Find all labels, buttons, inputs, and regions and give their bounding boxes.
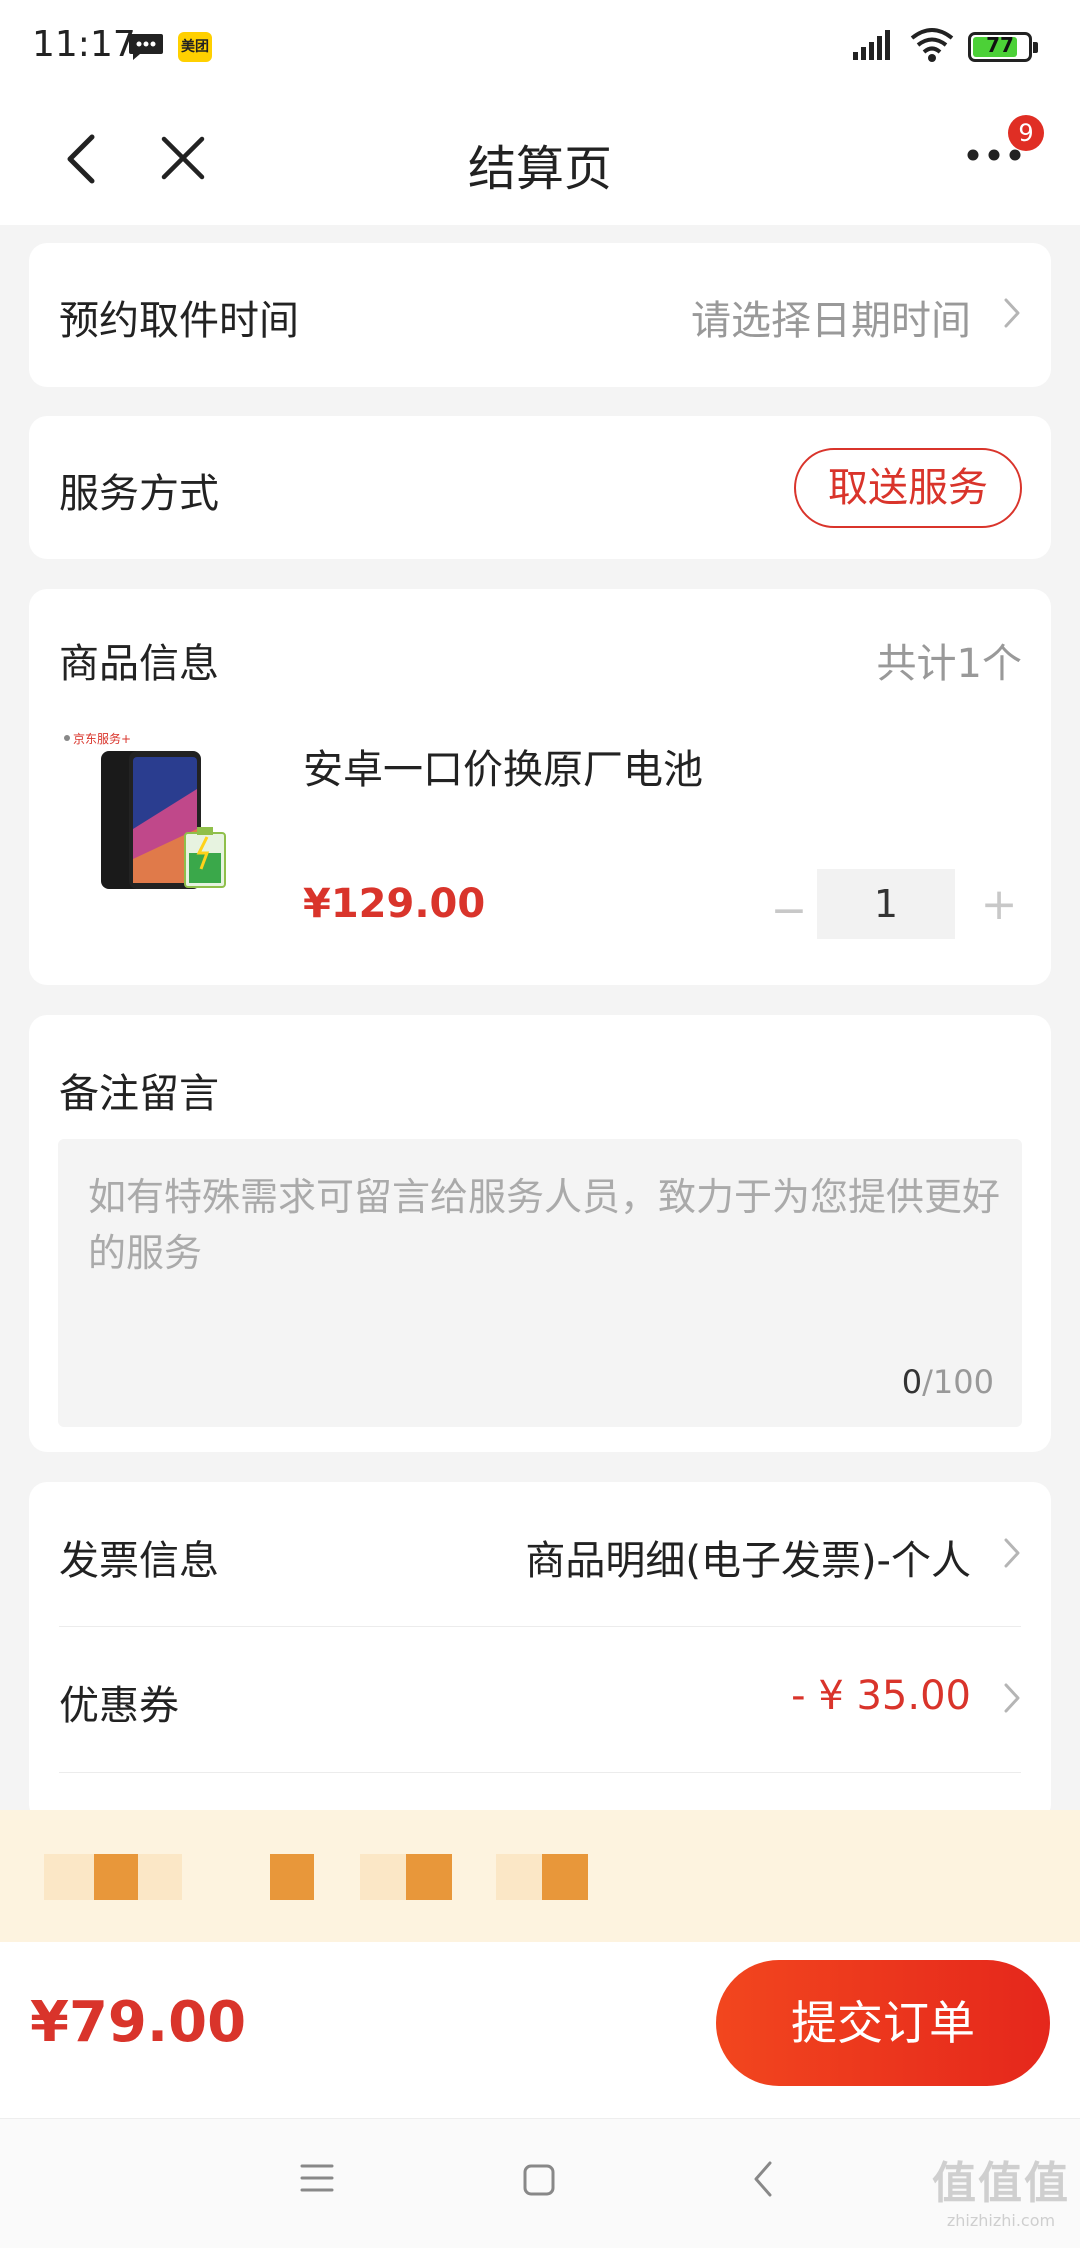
battery-level: 77 [986, 33, 1014, 57]
promo-pixel-block [138, 1854, 182, 1900]
quantity-increase-button[interactable]: + [969, 875, 1029, 935]
title-bar: 结算页 9 [0, 95, 1080, 225]
invoice-label: 发票信息 [59, 1538, 219, 1584]
home-icon[interactable] [522, 2163, 556, 2201]
promo-pixel-block [44, 1854, 94, 1900]
pickup-time-placeholder: 请选择日期时间 [691, 298, 971, 344]
promo-pixel-block [542, 1854, 588, 1900]
more-icon[interactable] [966, 147, 1022, 166]
watermark-url: zhizhizhi.com [946, 2211, 1056, 2230]
order-options-card: 发票信息 商品明细(电子发票)-个人 优惠券 - ¥ 35.00 [29, 1482, 1051, 1822]
signal-icon [853, 30, 897, 66]
system-nav-bar: 值值值 zhizhizhi.com [0, 2118, 1080, 2248]
invoice-value: 商品明细(电子发票)-个人 [525, 1538, 971, 1584]
divider [59, 1772, 1021, 1773]
product-image[interactable]: 京东服务+ [59, 729, 259, 899]
checkout-bar: ¥79.00 提交订单 [0, 1942, 1080, 2118]
note-char-count: 0/100 [901, 1363, 994, 1401]
status-time: 11:17 [32, 24, 136, 65]
note-placeholder: 如有特殊需求可留言给服务人员，致力于为您提供更好的服务 [88, 1175, 1001, 1275]
promo-pixel-block [496, 1854, 542, 1900]
page-title: 结算页 [467, 141, 612, 197]
watermark-logo: 值值值 [932, 2158, 1070, 2209]
promo-pixel-block [94, 1854, 138, 1900]
pickup-time-label: 预约取件时间 [59, 298, 299, 344]
chevron-right-icon [1003, 297, 1021, 333]
product-total-count: 共计1个 [876, 641, 1022, 687]
pickup-time-row[interactable]: 预约取件时间 请选择日期时间 [29, 243, 1051, 387]
service-mode-label: 服务方式 [59, 471, 219, 517]
service-mode-row: 服务方式 取送服务 [29, 416, 1051, 559]
promo-pixel-block [360, 1854, 406, 1900]
coupon-label: 优惠券 [59, 1683, 179, 1729]
chevron-right-icon [1003, 1537, 1021, 1573]
product-price: ¥129.00 [303, 881, 486, 927]
coupon-row[interactable]: 优惠券 - ¥ 35.00 [29, 1627, 1051, 1771]
pickup-delivery-service-button[interactable]: 取送服务 [794, 448, 1022, 528]
message-icon [128, 32, 164, 66]
submit-order-button[interactable]: 提交订单 [716, 1960, 1050, 2086]
notification-badge: 9 [1008, 115, 1044, 151]
promo-pixel-block [270, 1854, 314, 1900]
promo-pixel-block [406, 1854, 452, 1900]
product-info-card: 商品信息 共计1个 京东服务+ 安卓一口价换原厂电池 ¥129.00 − 1 + [29, 589, 1051, 985]
watermark: 值值值 zhizhizhi.com [932, 2147, 1070, 2230]
meituan-app-icon: 美团 [178, 32, 212, 62]
chevron-right-icon [1003, 1682, 1021, 1718]
note-card: 备注留言 如有特殊需求可留言给服务人员，致力于为您提供更好的服务 0/100 [29, 1015, 1051, 1452]
menu-icon[interactable] [300, 2163, 334, 2197]
note-textarea[interactable]: 如有特殊需求可留言给服务人员，致力于为您提供更好的服务 0/100 [58, 1139, 1022, 1427]
product-image-brand: 京东服务+ [73, 731, 131, 746]
quantity-input[interactable]: 1 [817, 869, 955, 939]
invoice-row[interactable]: 发票信息 商品明细(电子发票)-个人 [29, 1482, 1051, 1626]
note-label: 备注留言 [59, 1071, 219, 1117]
coupon-value: - ¥ 35.00 [791, 1673, 971, 1719]
wifi-icon [910, 26, 954, 68]
back-icon[interactable] [752, 2159, 774, 2203]
status-bar: 11:17 美团 77 [0, 0, 1080, 95]
product-name[interactable]: 安卓一口价换原厂电池 [303, 737, 703, 795]
order-total: ¥79.00 [30, 1990, 247, 2055]
battery-icon: 77 [968, 32, 1038, 62]
quantity-decrease-button[interactable]: − [759, 881, 819, 941]
product-section-label: 商品信息 [59, 641, 219, 687]
